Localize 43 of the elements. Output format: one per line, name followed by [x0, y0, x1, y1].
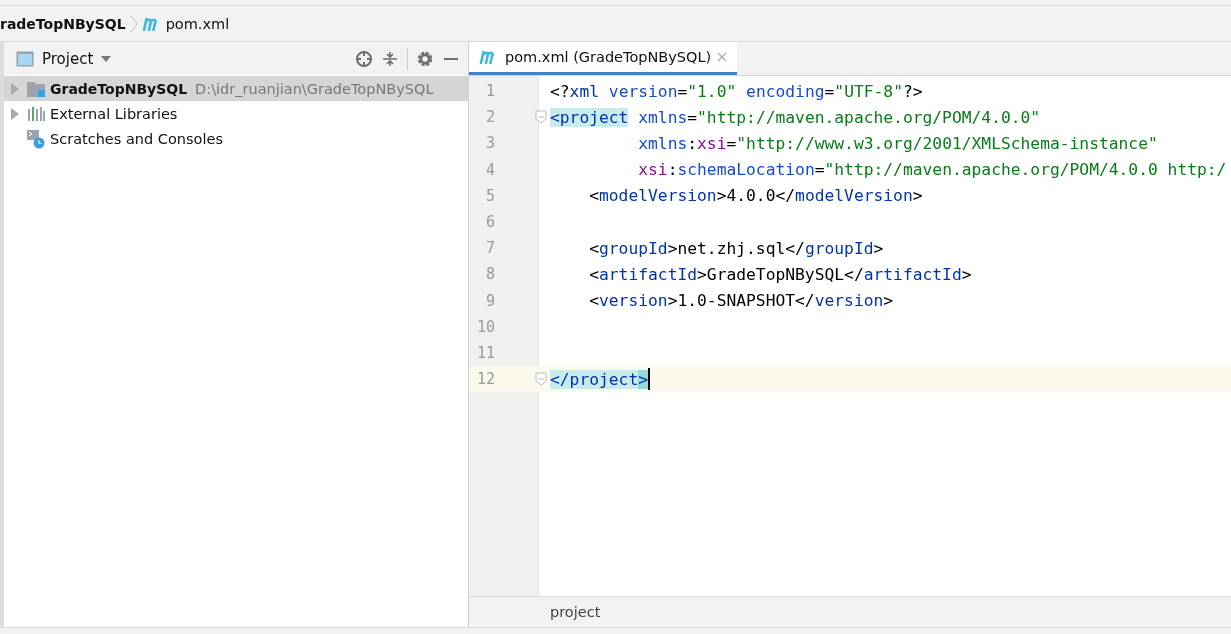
tree-item-label: GradeTopNBySQL: [50, 80, 188, 97]
settings-icon[interactable]: [416, 49, 434, 68]
project-path: D:\idr_ruanjian\GradeTopNBySQL: [195, 80, 434, 97]
crosshair-icon[interactable]: [355, 49, 373, 68]
folder-icon: [26, 79, 46, 98]
line-number: 7: [484, 239, 495, 258]
code-line: <modelVersion>4.0.0</modelVersion>: [588, 186, 923, 206]
line-number: 9: [484, 291, 495, 310]
line-number: 11: [475, 343, 495, 362]
line-number: 5: [484, 186, 495, 205]
line-number: 2: [484, 108, 495, 127]
code-line: <project xmlns="http://maven.apache.org/POM/4.0.0": [550, 107, 1041, 127]
collapse-icon[interactable]: [381, 49, 399, 68]
breadcrumb-item[interactable]: pom.xml: [165, 15, 230, 32]
code-line: <artifactId>GradeTopNBySQL</artifactId>: [588, 264, 972, 284]
tree-item-label: Scratches and Consoles: [50, 130, 223, 147]
line-number: 8: [484, 265, 495, 284]
code-line: </project>: [550, 369, 649, 389]
code-line: <version>1.0-SNAPSHOT</version>: [588, 291, 894, 311]
line-number: 4: [484, 160, 495, 179]
code-line: <groupId>net.zhj.sql</groupId>: [588, 238, 884, 258]
scratch-icon: [26, 128, 46, 149]
line-number: 1: [484, 82, 495, 101]
tree-item[interactable]: External Libraries: [4, 101, 468, 126]
editor-tab[interactable]: pom.xml (GradeTopNBySQL): [469, 42, 738, 75]
dropdown-icon[interactable]: [101, 55, 112, 62]
tree-item-label: External Libraries: [50, 105, 178, 122]
line-number: 12: [475, 370, 495, 389]
tree-item[interactable]: Scratches and Consoles: [4, 126, 468, 151]
code-line: <?xml version="1.0" encoding="UTF-8"?>: [550, 81, 923, 101]
line-number: 6: [484, 213, 495, 232]
line-number: 10: [475, 317, 495, 336]
code-line: xmlns:xsi="http://www.w3.org/2001/XMLSchema-instance": [637, 133, 1158, 153]
window-icon: [16, 50, 34, 67]
chevron-icon: [129, 14, 138, 33]
tree-item[interactable]: GradeTopNBySQL D:\idr_ruanjian\GradeTopNBySQL: [4, 76, 468, 101]
breadcrumb-item[interactable]: radeTopNBySQL: [0, 15, 126, 32]
code-line: xsi:schemaLocation="http://maven.apache.org/POM/4.0.0 http:/: [637, 160, 1227, 180]
status-breadcrumb[interactable]: project: [550, 604, 601, 620]
line-number: 3: [484, 134, 495, 153]
panel-title[interactable]: Project: [42, 49, 94, 68]
library-icon: [26, 104, 46, 123]
close-icon[interactable]: [717, 52, 728, 62]
